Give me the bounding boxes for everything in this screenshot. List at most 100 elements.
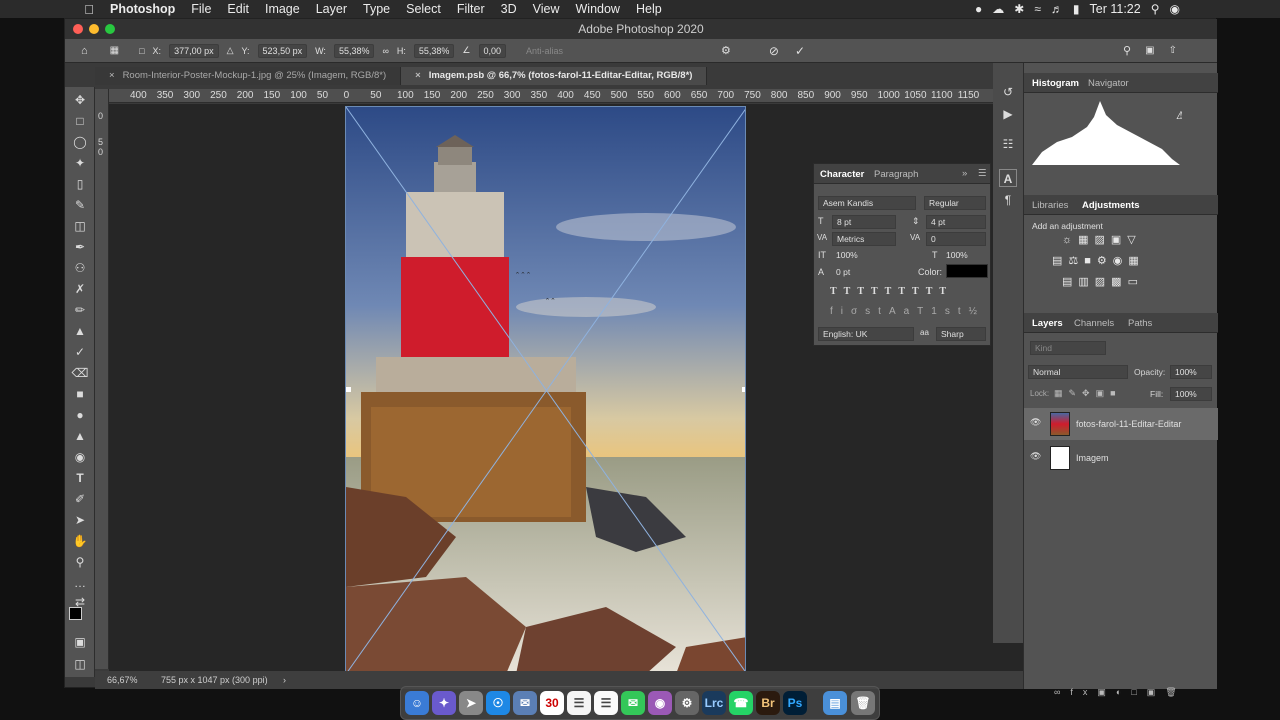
clone-tool-icon[interactable]: ▲ [71,322,89,340]
layer-row[interactable]: 👁 Imagem [1024,442,1218,474]
font-size-field[interactable]: 8 pt [832,215,896,229]
pen-tool-icon[interactable]: ✐ [71,490,89,508]
search-icon[interactable]: ⚲ [1123,44,1131,57]
vertical-scale-field[interactable]: 100% [832,249,896,263]
crop-tool-icon[interactable]: ▯ [71,175,89,193]
antialias-label[interactable]: Anti-alias [526,46,563,56]
tracking-field[interactable]: 0 [926,232,986,246]
dodge-tool-icon[interactable]: ▲ [71,427,89,445]
menu-3d[interactable]: 3D [501,2,517,16]
menu-image[interactable]: Image [265,2,300,16]
close-window-button[interactable] [73,24,83,34]
minimize-window-button[interactable] [89,24,99,34]
safari-icon[interactable]: ☉ [486,691,510,715]
zoom-window-button[interactable] [105,24,115,34]
blur-tool-icon[interactable]: ● [71,406,89,424]
reference-point-icon[interactable]: □ [139,46,144,56]
zoom-tool-icon[interactable]: ⚲ [71,553,89,571]
screen-mode-icon[interactable]: ◫ [71,655,89,673]
menu-view[interactable]: View [533,2,560,16]
font-style-field[interactable]: Regular [924,196,986,210]
menu-file[interactable]: File [191,2,211,16]
eyedropper-tool-icon[interactable]: ✎ [71,196,89,214]
cloud-icon[interactable]: ☁ [992,2,1004,16]
pencil-tool-icon[interactable]: ✏ [71,301,89,319]
leading-field[interactable]: 4 pt [926,215,986,229]
notes-icon[interactable]: ☰ [567,691,591,715]
foreground-color-swatch[interactable] [69,607,82,620]
kerning-field[interactable]: Metrics [832,232,896,246]
tab-character[interactable]: Character [820,169,864,180]
font-family-field[interactable]: Asem Kandis [818,196,916,210]
status-arrow-icon[interactable]: › [283,671,286,689]
blend-mode-select[interactable]: Normal [1028,365,1128,379]
stamp-tool-icon[interactable]: ⚇ [71,259,89,277]
calendar-icon[interactable]: 30 [540,691,564,715]
menu-help[interactable]: Help [636,2,662,16]
delta-icon[interactable]: △ [227,45,234,56]
visibility-eye-icon[interactable]: 👁 [1030,451,1041,462]
baseline-field[interactable]: 0 pt [832,266,896,280]
share-icon[interactable]: ⇧ [1169,45,1177,56]
character-panel-icon[interactable]: A [999,169,1017,187]
path-select-icon[interactable]: ➤ [71,511,89,529]
collapse-icon[interactable]: » [962,168,967,179]
text-color-swatch[interactable] [946,264,988,278]
bridge-icon[interactable]: Br [756,691,780,715]
photoshop-dock-icon[interactable]: Ps [783,691,807,715]
actions-play-icon[interactable]: ▶ [999,105,1017,123]
warp-icon[interactable]: ⚙ [721,44,731,57]
folder-icon[interactable]: ▤ [823,691,847,715]
trash-icon[interactable]: 🗑 [851,691,875,715]
tab-channels[interactable]: Channels [1074,318,1114,329]
messages-icon[interactable]: ✉ [621,691,645,715]
menu-select[interactable]: Select [406,2,441,16]
menu-clock[interactable]: Ter 11:22 [1090,2,1141,16]
visibility-eye-icon[interactable]: 👁 [1030,417,1041,428]
properties-icon[interactable]: ☷ [999,135,1017,153]
brush-tool-icon[interactable]: ✒ [71,238,89,256]
battery-icon[interactable]: ▮ [1073,2,1080,16]
tab-adjustments[interactable]: Adjustments [1082,200,1140,211]
layer-filter-kind[interactable]: Kind [1030,341,1106,355]
tab-navigator[interactable]: Navigator [1088,78,1129,89]
history-brush-icon[interactable]: ✗ [71,280,89,298]
menu-edit[interactable]: Edit [227,2,249,16]
menu-app-name[interactable]: Photoshop [110,2,175,16]
marquee-tool-icon[interactable]: □ [71,112,89,130]
commit-transform-icon[interactable]: ✓ [795,44,805,58]
link-icon[interactable]: ∞ [382,46,388,56]
menu-type[interactable]: Type [363,2,390,16]
angle-field[interactable]: 0,00 [478,43,507,58]
smudge-tool-icon[interactable]: ◉ [71,448,89,466]
record-icon[interactable]: ● [975,2,982,16]
layer-name[interactable]: fotos-farol-11-Editar-Editar [1076,419,1181,429]
workspace-icon[interactable]: ▣ [1145,45,1154,56]
whatsapp-icon[interactable]: ☎ [729,691,753,715]
adjustment-icons-row1[interactable]: ☼▦▨▣▽ [1062,233,1142,246]
menu-layer[interactable]: Layer [316,2,347,16]
close-tab-icon[interactable]: × [415,70,421,81]
paragraph-panel-icon[interactable]: ¶ [999,191,1017,209]
adjustment-icons-row3[interactable]: ▤▥▨▩▭ [1062,275,1144,288]
close-tab-icon[interactable]: × [109,70,115,81]
mixer-brush-icon[interactable]: ✓ [71,343,89,361]
gradient-tool-icon[interactable]: ■ [71,385,89,403]
adjustment-icons-row2[interactable]: ▤⚖■⚙◉▦ [1052,254,1145,267]
launchpad-icon[interactable]: ✦ [432,691,456,715]
opentype-buttons[interactable]: fiσstAaT1st½ [830,306,985,317]
language-select[interactable]: English: UK [818,327,914,341]
horizontal-scale-field[interactable]: 100% [942,249,986,263]
cancel-transform-icon[interactable]: ⊘ [769,44,779,58]
opacity-field[interactable]: 100% [1170,365,1212,379]
home-icon[interactable]: ⌂ [81,45,88,57]
menu-filter[interactable]: Filter [457,2,485,16]
h-field[interactable]: 55,38% [413,43,455,58]
rocket-icon[interactable]: ➤ [459,691,483,715]
tab-layers[interactable]: Layers [1032,318,1063,329]
podcasts-icon[interactable]: ◉ [648,691,672,715]
document-image[interactable]: ˆ ˆ ˆ ˆ ˆ [345,106,746,673]
tab-paragraph[interactable]: Paragraph [874,169,918,180]
bluetooth-icon[interactable]: ✱ [1014,2,1024,16]
y-field[interactable]: 523,50 px [257,43,308,58]
